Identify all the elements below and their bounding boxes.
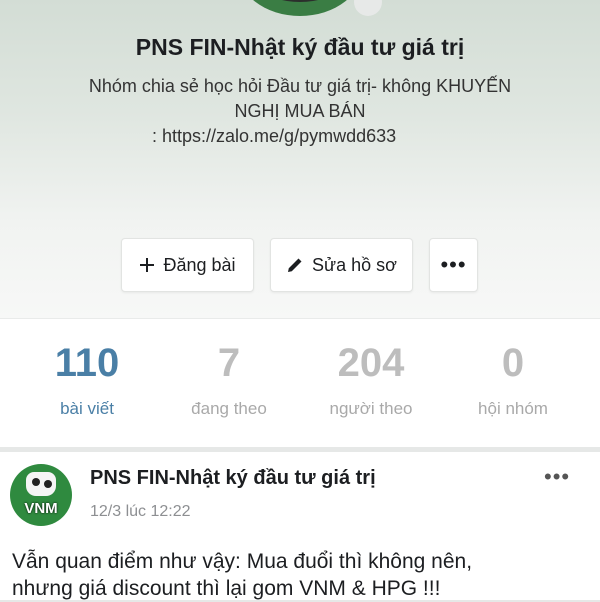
avatar-logo-text: VNM [24,500,58,517]
stat-value: 7 [217,341,241,385]
stat-label: người theo [329,399,413,418]
description-link[interactable]: : https://zalo.me/g/pymwdd633 [40,124,560,149]
group-title: PNS FIN-Nhật ký đầu tư giá trị [135,34,465,60]
stat-value: 204 [337,341,405,385]
post-timestamp[interactable]: 12/3 lúc 12:22 [90,503,191,521]
post-body-line: nhưng giá discount thì lại gom VNM & HPG… [12,577,441,600]
stat-posts[interactable]: 110 bài viết [12,319,162,447]
avatar-camera-badge[interactable] [354,0,382,16]
post-more-button[interactable]: ••• [544,464,570,490]
profile-stats: 110 bài viết 7 đang theo 204 người theo … [0,318,600,447]
group-description: Nhóm chia sẻ học hỏi Đầu tư giá trị- khô… [40,74,560,149]
create-post-button[interactable]: Đăng bài [121,238,254,292]
more-options-button[interactable]: ••• [429,238,478,292]
post-author-avatar[interactable]: VNM [10,464,72,526]
stat-label: đang theo [191,399,267,418]
stat-groups[interactable]: 0 hội nhóm [438,319,588,447]
profile-actions: Đăng bài Sửa hồ sơ ••• [0,238,600,294]
post-author-name[interactable]: PNS FIN-Nhật ký đầu tư giá trị [90,467,376,490]
group-avatar[interactable] [236,0,364,16]
description-line: NGHỊ MUA BÁN [234,101,366,121]
stat-label: hội nhóm [478,399,548,418]
edit-profile-label: Sửa hồ sơ [312,254,397,275]
edit-profile-button[interactable]: Sửa hồ sơ [270,238,413,292]
description-line: Nhóm chia sẻ học hỏi Đầu tư giá trị- khô… [88,76,512,96]
more-icon: ••• [440,252,467,277]
stat-followers[interactable]: 204 người theo [296,319,446,447]
create-post-label: Đăng bài [163,254,236,275]
stat-value: 0 [501,341,525,385]
cow-logo-icon [26,472,56,496]
post-body: Vẫn quan điểm như vậy: Mua đuổi thì khôn… [12,548,592,602]
feed-post: VNM PNS FIN-Nhật ký đầu tư giá trị 12/3 … [0,452,600,600]
group-profile-header: PNS FIN-Nhật ký đầu tư giá trị Nhóm chia… [0,0,600,318]
pencil-icon [286,256,304,274]
plus-icon [139,257,155,273]
post-body-line: Vẫn quan điểm như vậy: Mua đuổi thì khôn… [12,550,473,573]
stat-following[interactable]: 7 đang theo [154,319,304,447]
stat-label: bài viết [60,399,114,418]
stat-value: 110 [54,341,120,385]
avatar-image-shape [266,0,334,2]
